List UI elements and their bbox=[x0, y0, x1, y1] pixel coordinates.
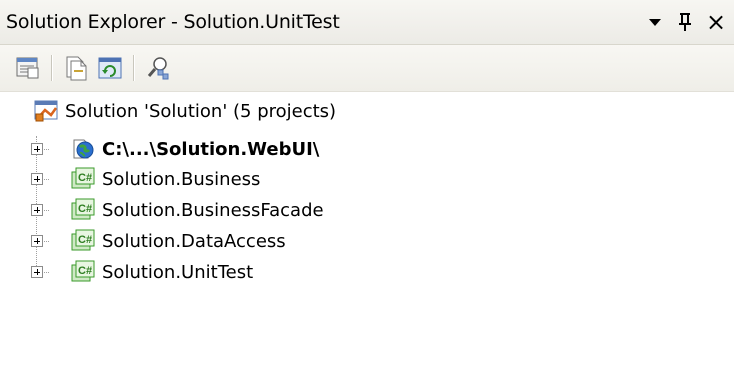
refresh-icon bbox=[98, 57, 122, 79]
tree-item-webui[interactable]: C:\...\Solution.WebUI\ bbox=[70, 134, 319, 164]
svg-text:C#: C# bbox=[78, 172, 92, 184]
window-title: Solution Explorer - Solution.UnitTest bbox=[6, 11, 340, 33]
toolbar-separator bbox=[133, 55, 135, 81]
tree-item-dataaccess[interactable]: C# Solution.DataAccess bbox=[70, 226, 286, 256]
tree-item-business[interactable]: C# Solution.Business bbox=[70, 164, 260, 194]
svg-text:C#: C# bbox=[78, 234, 92, 246]
csharp-project-icon: C# bbox=[71, 260, 95, 282]
show-all-files-button[interactable] bbox=[62, 54, 90, 82]
refresh-button[interactable] bbox=[96, 54, 124, 82]
solution-icon bbox=[34, 100, 58, 122]
chevron-down-icon bbox=[649, 19, 661, 26]
show-all-files-icon bbox=[66, 56, 87, 81]
solution-tree: Solution 'Solution' (5 projects) C:\...\… bbox=[0, 96, 734, 389]
solution-label: Solution 'Solution' (5 projects) bbox=[65, 100, 337, 122]
tool-window-title-bar: Solution Explorer - Solution.UnitTest × bbox=[0, 0, 734, 45]
project-label-webui: C:\...\Solution.WebUI\ bbox=[102, 138, 320, 160]
close-button[interactable]: × bbox=[704, 6, 728, 38]
project-label-businessfacade: Solution.BusinessFacade bbox=[102, 199, 324, 221]
csharp-project-icon: C# bbox=[71, 167, 95, 189]
expand-toggle-businessfacade[interactable] bbox=[31, 204, 43, 216]
properties-button[interactable] bbox=[14, 54, 42, 82]
expand-toggle-dataaccess[interactable] bbox=[31, 235, 43, 247]
project-label-dataaccess: Solution.DataAccess bbox=[102, 230, 286, 252]
window-position-dropdown-button[interactable] bbox=[644, 6, 666, 38]
svg-text:C#: C# bbox=[78, 203, 92, 215]
csharp-project-icon: C# bbox=[71, 198, 95, 220]
expand-toggle-business[interactable] bbox=[31, 173, 43, 185]
class-view-icon bbox=[147, 57, 169, 80]
tree-item-unittest[interactable]: C# Solution.UnitTest bbox=[70, 257, 253, 287]
tree-item-businessfacade[interactable]: C# Solution.BusinessFacade bbox=[70, 195, 324, 225]
auto-hide-pin-button[interactable] bbox=[674, 6, 696, 38]
expand-toggle-unittest[interactable] bbox=[31, 266, 43, 278]
csharp-project-icon: C# bbox=[71, 229, 95, 251]
toolbar-separator bbox=[51, 55, 53, 81]
close-icon: × bbox=[705, 8, 727, 36]
tree-root-solution[interactable]: Solution 'Solution' (5 projects) bbox=[33, 96, 336, 126]
expand-toggle-webui[interactable] bbox=[31, 143, 43, 155]
pin-icon bbox=[679, 13, 691, 31]
solution-explorer-toolbar bbox=[0, 45, 734, 92]
website-globe-icon bbox=[73, 139, 94, 159]
project-label-unittest: Solution.UnitTest bbox=[102, 261, 254, 283]
properties-icon bbox=[16, 57, 39, 79]
class-view-button[interactable] bbox=[144, 54, 172, 82]
svg-text:C#: C# bbox=[78, 265, 92, 277]
project-label-business: Solution.Business bbox=[102, 168, 261, 190]
